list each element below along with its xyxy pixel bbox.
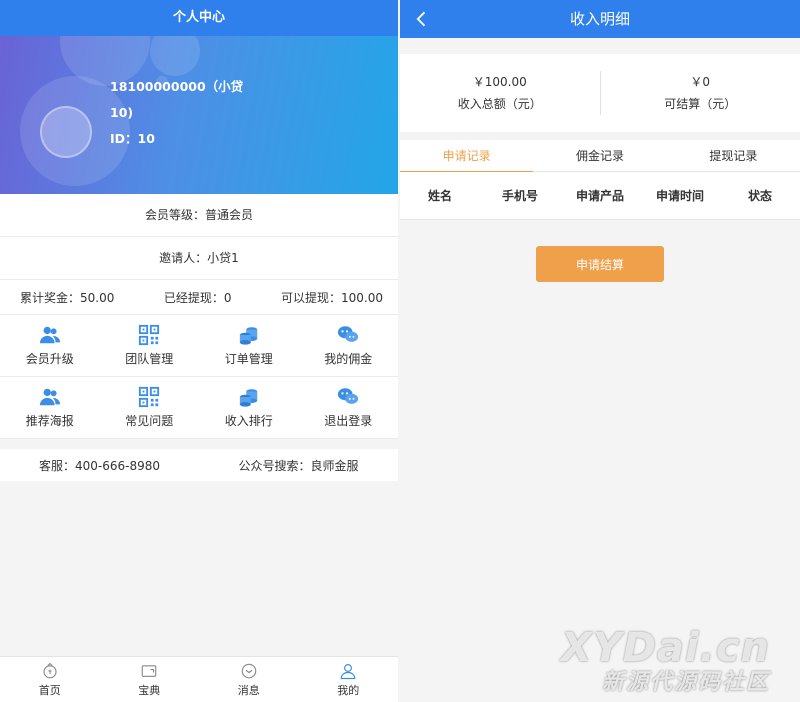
col-name: 姓名	[427, 189, 452, 203]
tab-messages[interactable]: 消息	[199, 657, 299, 702]
back-button[interactable]	[410, 0, 434, 38]
profile-page: 个人中心 18100000000（小贷 10) ID：10 会员等级：普通会员 …	[0, 0, 398, 702]
coins-icon	[239, 327, 257, 345]
screenshot: 个人中心 18100000000（小贷 10) ID：10 会员等级：普通会员 …	[0, 0, 800, 702]
settle-amount: ￥0	[690, 75, 711, 89]
table-header: 姓名 手机号 申请产品 申请时间 状态	[400, 172, 800, 220]
member-level-row: 会员等级：普通会员	[0, 194, 398, 237]
tab-mine[interactable]: 我的	[299, 657, 399, 702]
message-icon	[241, 663, 257, 678]
menu-item-logout[interactable]: 退出登录	[298, 377, 398, 439]
bottom-tabbar: 首页 宝典 消息 我的	[0, 656, 398, 702]
income-page: 收入明细 ￥100.00 收入总额（元） ￥0 可结算（元） 申请记录 佣金记录…	[400, 0, 800, 702]
stats-row: 累计奖金：50.00 已经提现：0 可以提现：100.00	[0, 280, 398, 315]
inviter-row: 邀请人：小贷1	[0, 237, 398, 280]
profile-header: 个人中心	[0, 0, 398, 36]
menu-label: 会员升级	[25, 352, 74, 366]
user-id: ID：10	[110, 131, 155, 146]
col-status: 状态	[747, 189, 772, 203]
settleable-income: ￥0 可结算（元）	[601, 71, 800, 115]
tab-label: 宝典	[138, 683, 161, 697]
profile-banner: 18100000000（小贷 10) ID：10	[0, 36, 398, 194]
chevron-left-icon	[416, 11, 426, 27]
users-icon	[39, 388, 60, 406]
col-phone: 手机号	[501, 189, 538, 203]
tab-apply-records[interactable]: 申请记录	[400, 140, 534, 172]
watermark-domain: XYDai.cn	[560, 625, 770, 671]
income-summary: ￥100.00 收入总额（元） ￥0 可结算（元）	[400, 54, 800, 132]
col-product: 申请产品	[575, 189, 624, 203]
menu-label: 常见问题	[125, 414, 174, 428]
coins-icon	[239, 389, 257, 407]
inviter: 邀请人：小贷1	[159, 251, 239, 265]
total-bonus: 累计奖金：50.00	[20, 290, 115, 305]
record-tabs: 申请记录 佣金记录 提现记录	[400, 140, 800, 172]
total-amount: ￥100.00	[472, 75, 527, 89]
menu-item-faq[interactable]: 常见问题	[99, 377, 199, 439]
col-time: 申请时间	[655, 189, 704, 203]
user-icon	[340, 663, 356, 679]
home-icon	[43, 662, 57, 678]
contact-row: 客服：400-666-8980 公众号搜索：良师金服	[0, 449, 398, 481]
tab-label: 我的	[337, 683, 360, 697]
user-name: 18100000000（小贷	[110, 79, 244, 94]
menu-item-member-upgrade[interactable]: 会员升级	[0, 315, 100, 377]
watermark: XYDai.cn 新源代源码社区	[561, 626, 770, 696]
tab-label: 消息	[237, 683, 260, 697]
menu-label: 收入排行	[224, 414, 273, 428]
chat-icon	[338, 388, 359, 404]
tab-withdraw-records[interactable]: 提现记录	[667, 140, 800, 171]
menu-item-my-commission[interactable]: 我的佣金	[298, 315, 398, 377]
menu-grid: 会员升级 团队管理 订单管理 我的佣金 推荐海报 常见问题 收入排行 退出登录	[0, 315, 398, 439]
income-header: 收入明细	[400, 0, 800, 38]
settle-label: 可结算（元）	[664, 97, 737, 111]
total-label: 收入总额（元）	[457, 97, 542, 111]
menu-item-referral-poster[interactable]: 推荐海报	[0, 377, 100, 439]
tab-guide[interactable]: 宝典	[100, 657, 200, 702]
qrcode-icon	[139, 386, 160, 408]
user-info: 18100000000（小贷 10) ID：10	[110, 74, 250, 152]
chat-icon	[338, 326, 359, 342]
tab-commission-records[interactable]: 佣金记录	[533, 140, 666, 171]
total-income: ￥100.00 收入总额（元）	[400, 71, 600, 115]
watermark-text: 新源代源码社区	[601, 670, 770, 695]
avatar[interactable]	[40, 106, 92, 158]
menu-label: 退出登录	[324, 414, 373, 428]
menu-label: 推荐海报	[25, 414, 74, 428]
qrcode-icon	[139, 324, 160, 346]
available: 可以提现：100.00	[281, 290, 383, 305]
decor-bubble	[150, 36, 200, 76]
menu-label: 团队管理	[125, 352, 174, 366]
member-level: 会员等级：普通会员	[144, 208, 253, 222]
menu-label: 订单管理	[224, 352, 273, 366]
tab-label: 首页	[38, 683, 61, 697]
apply-settlement-button[interactable]: 申请结算	[536, 246, 664, 282]
user-name-cont: 10)	[110, 105, 134, 120]
page-title: 个人中心	[172, 10, 225, 25]
menu-item-income-ranking[interactable]: 收入排行	[199, 377, 299, 439]
menu-item-team-management[interactable]: 团队管理	[99, 315, 199, 377]
wechat-account: 公众号搜索：良师金服	[238, 458, 359, 473]
users-icon	[39, 326, 60, 344]
withdrawn: 已经提现：0	[163, 290, 232, 305]
menu-label: 我的佣金	[324, 352, 373, 366]
book-icon	[141, 664, 157, 677]
tab-home[interactable]: 首页	[0, 657, 100, 702]
menu-item-order-management[interactable]: 订单管理	[199, 315, 299, 377]
page-title: 收入明细	[569, 10, 630, 28]
customer-service: 客服：400-666-8980	[38, 458, 160, 473]
